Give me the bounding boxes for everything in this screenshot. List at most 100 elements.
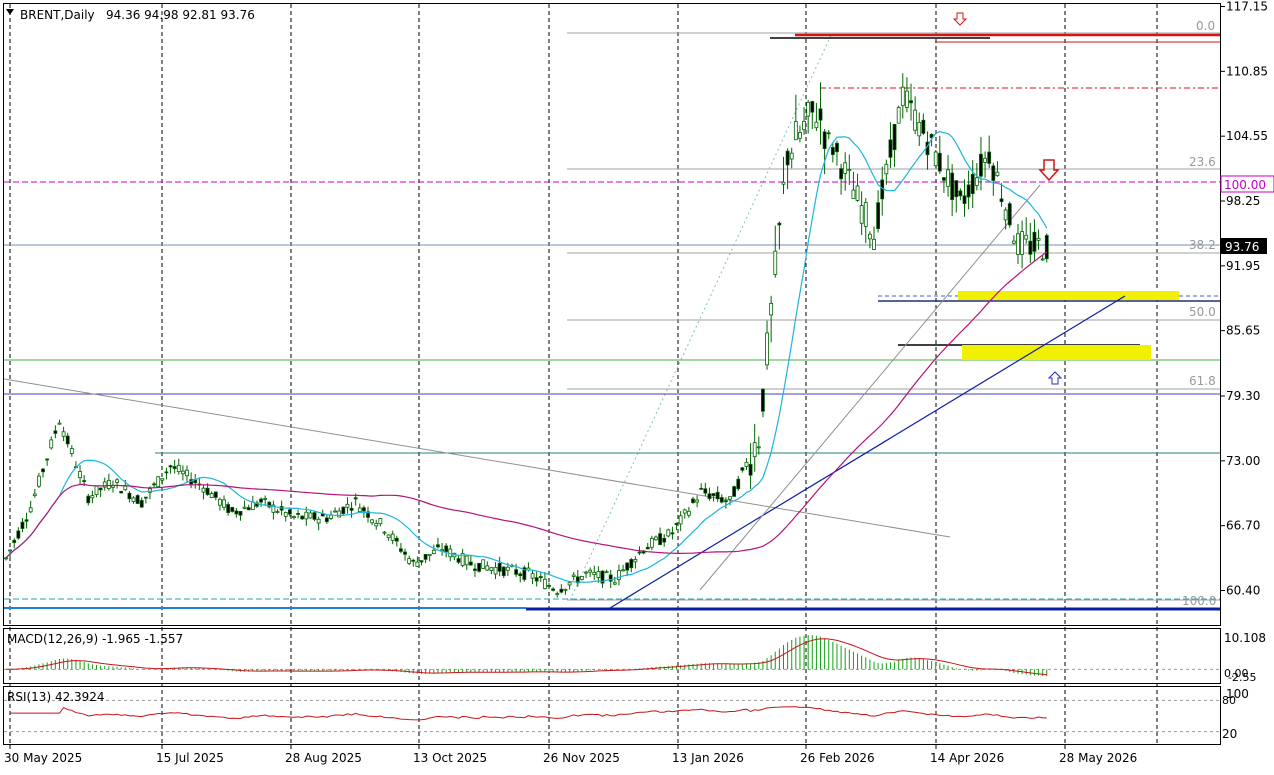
fib-label-38-2: 38.2 [1189,238,1216,252]
candle-body [98,487,103,491]
candle-body [489,567,494,571]
candle-body [699,487,704,490]
candle-body [324,517,329,523]
candle-body [637,551,642,554]
candle-body [127,492,132,500]
price-axis: 117.15 110.85 104.55 98.25 91.95 85.65 79.30 73… [1220,0,1268,598]
candle-body [756,446,761,449]
macd-panel-frame [3,628,1221,684]
candle-body [682,509,687,514]
candle-body [357,507,362,513]
candle-body [851,189,856,200]
candle-body [135,495,140,504]
candle-body [662,537,667,543]
candle-body [633,559,638,563]
candle-body [222,499,226,508]
candle-body [835,142,839,153]
candle-body [695,499,700,503]
candle-body [715,491,720,500]
y-tick-label: 91.95 [1226,259,1260,273]
candle-body [275,511,280,513]
candle-body [477,562,481,572]
candle-body [592,571,597,575]
candle-body [538,576,543,578]
candle-body [596,571,601,578]
candle-body [45,458,50,461]
candle-body [436,544,440,548]
candle-body [115,479,119,483]
y-tick-label: 60.40 [1226,584,1260,598]
y-tick-label: 110.85 [1226,64,1268,78]
candle-body [530,573,535,579]
candle-body [744,461,749,467]
candle-body [370,519,375,524]
candle-body [1032,231,1037,252]
candle-body [872,238,876,250]
candle-body [789,152,794,160]
candle-body [921,119,926,134]
candle-body [942,177,946,181]
candle-body [732,486,737,497]
candle-body [818,108,823,121]
candle-body [559,588,564,593]
candle-body [390,533,395,541]
candle-body [670,532,675,535]
candle-body [703,488,708,494]
candle-body [205,487,210,495]
candle-body [12,539,17,543]
candle-body [896,107,901,124]
candle-body [296,513,300,515]
candle-body [958,190,963,197]
x-tick-label: 28 May 2026 [1059,751,1137,765]
candle-body [242,506,247,509]
candle-body [361,507,366,512]
candle-body [213,491,218,498]
candle-body [168,465,173,468]
candle-body [1040,258,1045,261]
candle-body [164,471,169,474]
fib-label-0: 0.0 [1196,19,1215,33]
candle-body [20,521,25,529]
x-tick-label: 30 May 2025 [4,751,82,765]
candle-body [230,507,235,512]
candle-body [629,559,634,569]
candle-body [571,574,576,577]
candle-body [900,86,905,107]
candle-body [534,577,539,582]
candle-body [728,496,732,500]
candle-body [1007,203,1012,226]
candle-body [78,471,82,479]
y-tick-label: 85.65 [1226,324,1260,338]
y-tick-label: 79.30 [1226,389,1260,403]
candle-body [131,497,136,502]
candle-body [399,548,403,552]
candle-body [8,549,13,552]
candle-body [612,582,617,585]
fib-label-23-6: 23.6 [1189,155,1216,169]
y-tick-label: 117.15 [1226,0,1268,14]
candle-body [686,510,691,516]
candle-body [736,478,741,490]
candle-body [106,479,111,490]
candle-body [888,139,893,158]
candle-body [218,498,222,506]
candle-body [41,468,45,473]
candle-body [752,442,757,458]
candle-body [316,518,321,524]
candle-body [604,571,609,574]
candle-body [123,485,128,491]
candle-body [431,549,436,554]
candle-body [444,545,449,552]
candle-body [826,132,831,135]
candle-body [345,503,350,508]
candle-body [481,559,486,569]
candle-body [1028,240,1033,255]
candle-body [423,553,428,560]
chart-window[interactable]: 117.15 110.85 104.55 98.25 91.95 85.65 79.30 73… [0,0,1274,771]
candle-body [769,303,774,316]
candle-body [555,593,560,595]
chart-canvas[interactable]: 117.15 110.85 104.55 98.25 91.95 85.65 79.30 73… [0,0,1274,771]
candle-body [234,510,239,515]
candle-body [855,185,860,201]
candle-body [810,101,815,113]
